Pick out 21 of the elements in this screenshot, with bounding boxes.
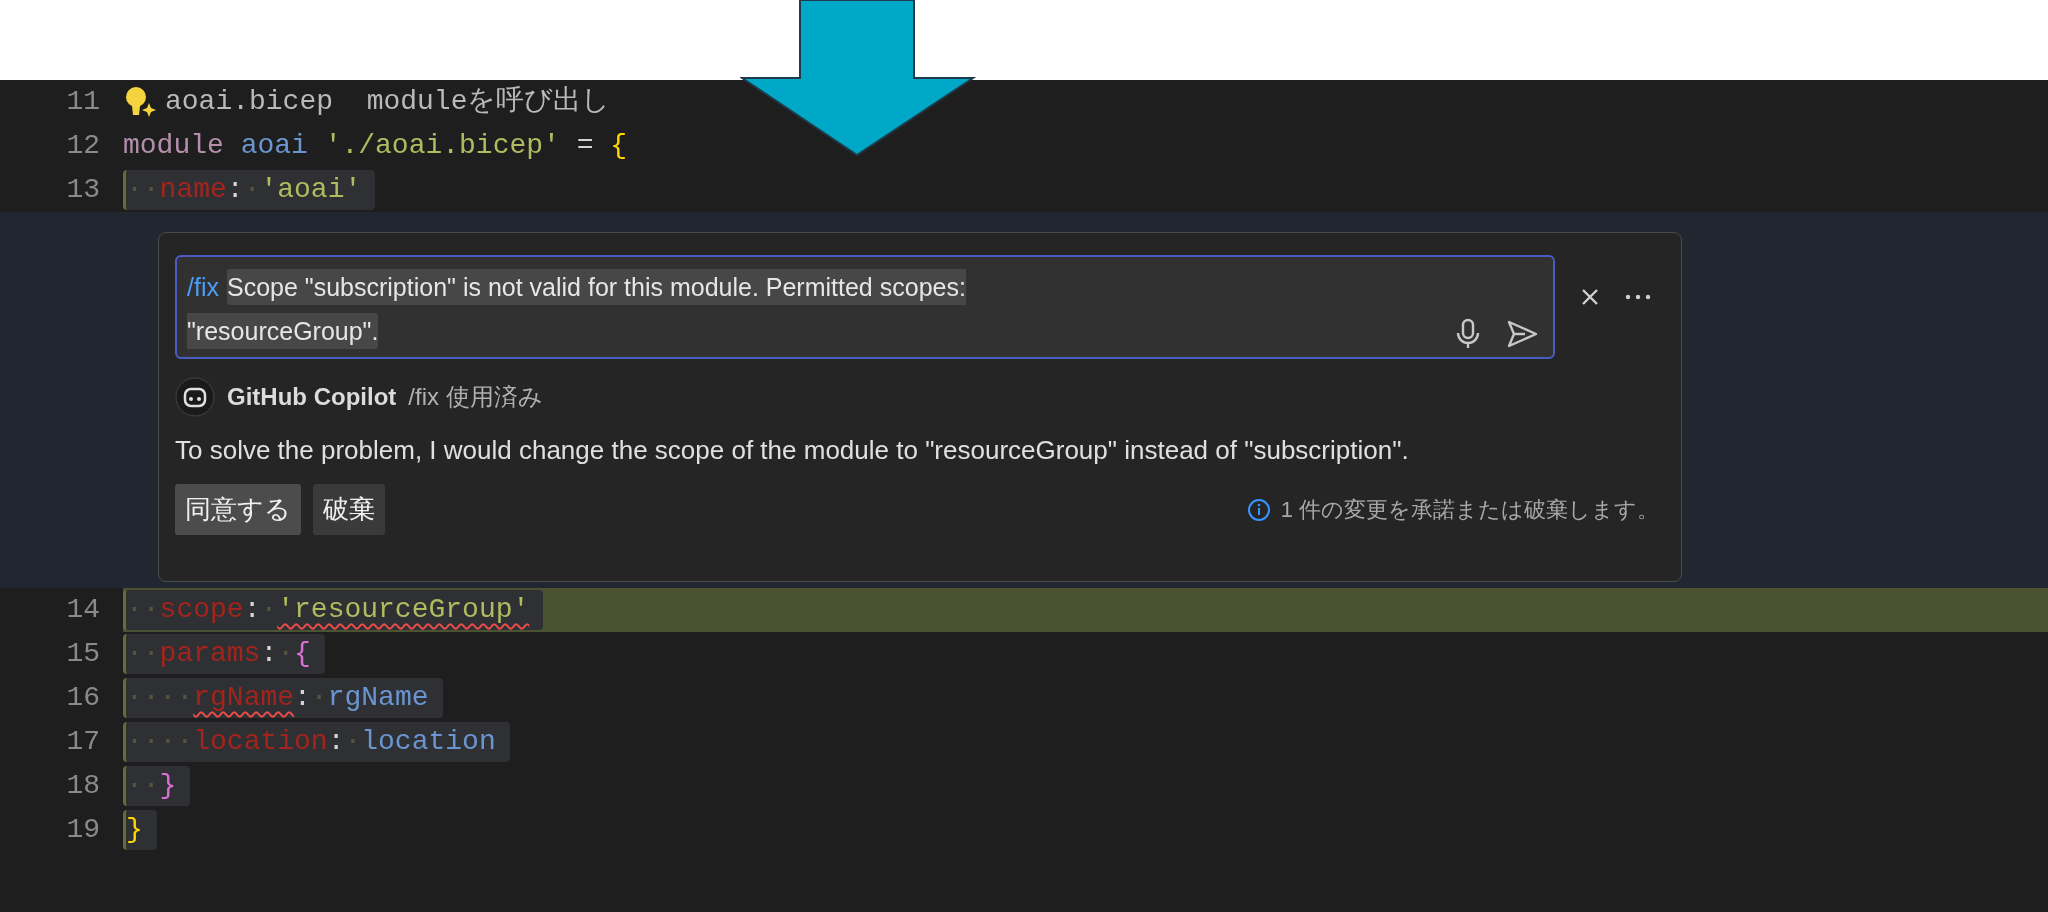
line-number: 13 (65, 173, 100, 207)
response-message: To solve the problem, I would change the scope of the module to "resourceGroup" instead of "subscription". (175, 435, 1410, 466)
line-number: 17 (65, 725, 100, 759)
accept-button[interactable]: 同意する (175, 484, 301, 535)
code-line: module aoai './aoai.bicep' = { (123, 129, 629, 163)
lightbulb-sparkle-icon[interactable] (123, 85, 157, 119)
line-number: 12 (65, 129, 100, 163)
line-number: 18 (65, 769, 100, 803)
copilot-avatar-icon (175, 377, 215, 417)
line-number: 16 (65, 681, 100, 715)
line-number: 11 (65, 85, 100, 119)
line-number: 19 (65, 813, 100, 847)
author-name: GitHub Copilot (227, 383, 397, 411)
info-icon (1246, 497, 1271, 522)
prompt-field[interactable]: /fix Scope "subscription" is not valid for this module. Permitted scopes: "resourceGroup". (175, 255, 1555, 359)
command-used-label: /fix 使用済み (408, 382, 543, 412)
status-text: 1 件の変更を承諾または破棄します。 (1280, 495, 1659, 524)
discard-button[interactable]: 破棄 (313, 484, 385, 535)
code-line: aoai.bicep moduleを呼び出し (165, 85, 612, 119)
line-number: 15 (65, 637, 100, 671)
line-number: 14 (65, 593, 100, 627)
